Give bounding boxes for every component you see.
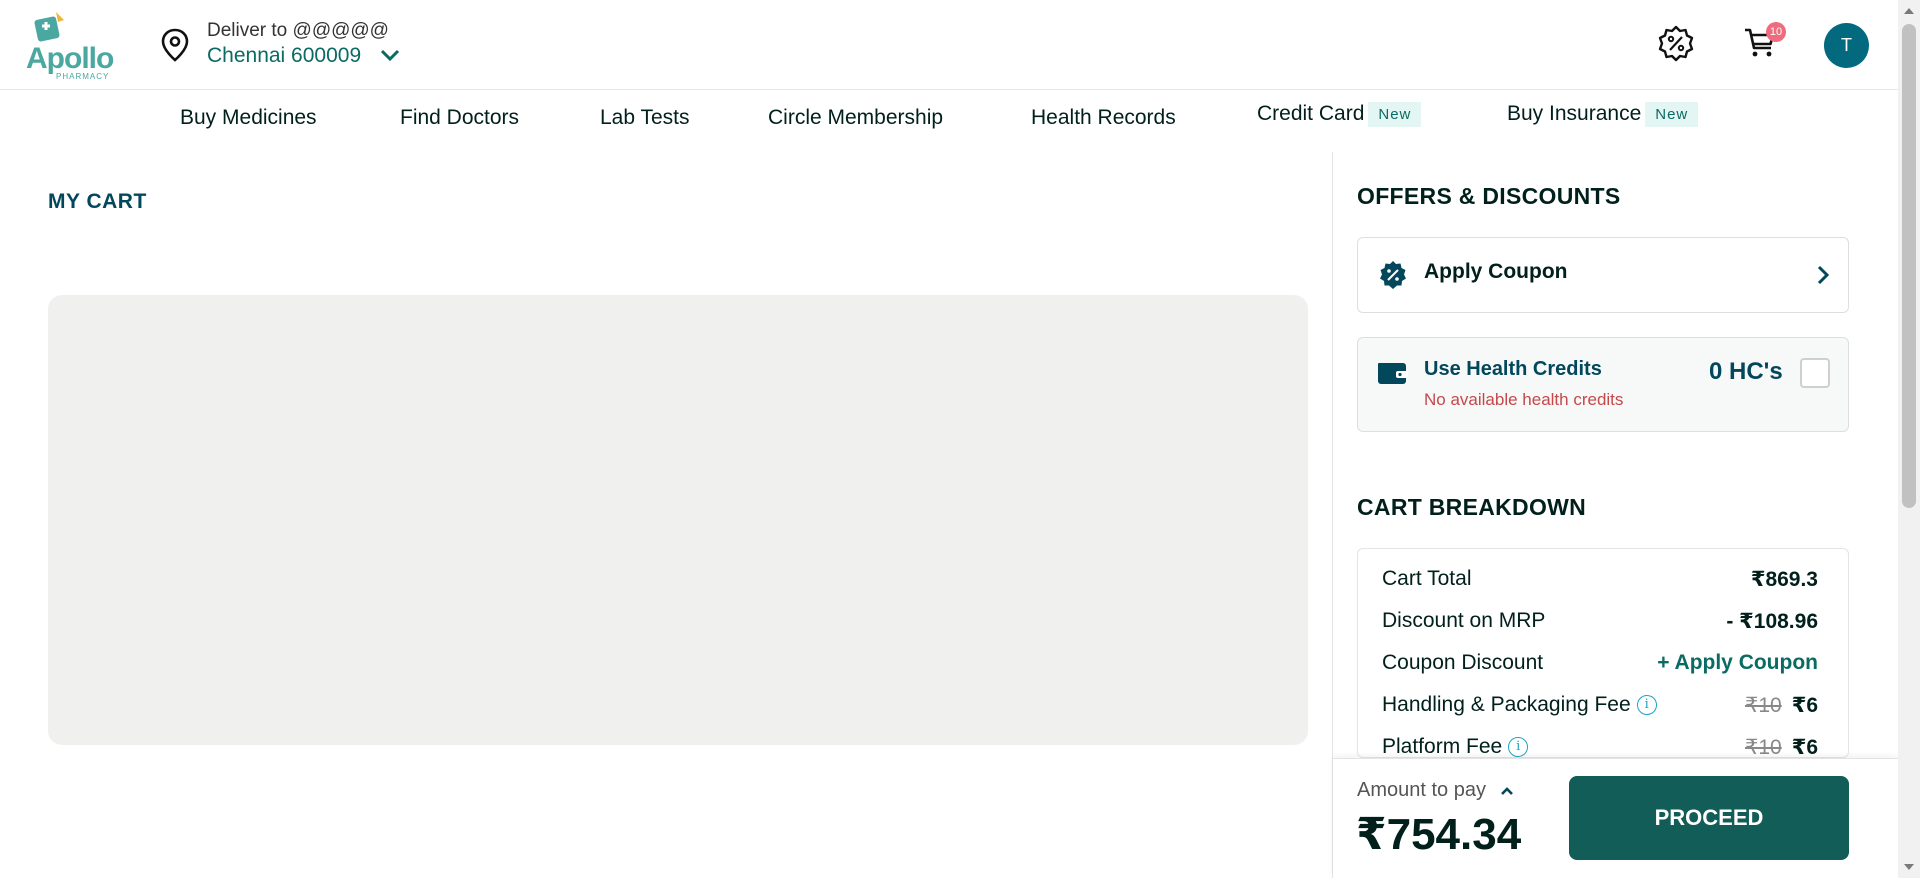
nav-circle-membership[interactable]: Circle Membership [768,106,943,130]
health-credits-checkbox[interactable] [1800,358,1830,388]
discount-badge-icon [1658,25,1694,62]
offers-section-title: OFFERS & DISCOUNTS [1357,183,1621,209]
apply-coupon-link[interactable]: + Apply Coupon [1657,651,1818,675]
row-value: ₹6 [1791,736,1818,758]
location-pin-icon [161,28,189,62]
logo-text: Apollo [26,42,114,75]
logo-mark-icon [34,12,64,42]
nav-label: Lab Tests [600,106,690,129]
page-title: MY CART [48,190,147,213]
row-value: ₹869.3 [1750,568,1818,591]
health-credits-amount: 0 HC's [1709,358,1783,385]
delivery-location: Chennai 600009 [207,44,362,67]
health-credits-card: Use Health Credits No available health c… [1357,337,1849,432]
coupon-icon [1380,261,1406,289]
row-label-wrap: Platform Fee i [1382,735,1529,758]
amount-to-pay-label: Amount to pay [1357,779,1486,801]
chevron-down-icon[interactable] [380,48,400,62]
offers-button[interactable] [1656,24,1696,64]
info-icon[interactable]: i [1636,695,1657,716]
new-badge: New [1368,102,1422,127]
page: Apollo PHARMACY Deliver to @@@@@ Chennai… [0,0,1920,878]
row-value-wrap: ₹10 ₹6 [1745,693,1818,718]
scroll-down-arrow[interactable] [1904,864,1914,870]
nav-label: Buy Insurance [1507,102,1642,126]
original-fee: ₹10 [1744,694,1782,717]
info-icon[interactable]: i [1508,737,1529,757]
row-label: Coupon Discount [1382,651,1544,674]
nav-label: Circle Membership [768,106,944,129]
nav-label: Buy Medicines [180,106,317,129]
nav-buy-insurance[interactable]: Buy Insurance New [1507,102,1699,127]
cart-count-badge: 10 [1766,22,1786,42]
breakdown-row-discount: Discount on MRP - ₹108.96 [1382,609,1818,639]
chevron-right-icon [1817,265,1830,285]
chevron-up-icon [1500,786,1513,795]
amount-to-pay-toggle[interactable]: Amount to pay [1357,779,1514,802]
wallet-icon [1378,363,1408,384]
cart-breakdown-card: Cart Total ₹869.3 Discount on MRP - ₹108… [1357,548,1849,758]
row-label: Handling & Packaging Fee [1382,693,1631,716]
row-label: Cart Total [1382,567,1472,590]
row-label-wrap: Handling & Packaging Fee i [1382,693,1657,717]
row-label: Discount on MRP [1382,609,1546,632]
breakdown-row-handling-fee: Handling & Packaging Fee i ₹10 ₹6 [1382,693,1818,723]
breakdown-row-platform-fee: Platform Fee i ₹10 ₹6 [1382,735,1818,758]
breakdown-row-coupon: Coupon Discount + Apply Coupon [1382,651,1818,681]
new-badge: New [1645,102,1699,127]
health-credits-status: No available health credits [1424,390,1624,409]
amount-to-pay-value: ₹754.34 [1356,810,1522,859]
row-value: ₹6 [1791,694,1818,717]
top-header: Apollo PHARMACY Deliver to @@@@@ Chennai… [0,0,1898,90]
scrollbar-thumb[interactable] [1902,24,1916,508]
deliver-to-label: Deliver to @@@@@ [207,20,389,41]
main-navigation: Buy Medicines Find Doctors Lab Tests Cir… [0,91,1898,151]
row-value-wrap: ₹10 ₹6 [1744,735,1818,758]
nav-lab-tests[interactable]: Lab Tests [600,106,690,130]
user-avatar[interactable]: T [1824,23,1869,68]
nav-credit-card[interactable]: Credit Card New [1257,102,1422,127]
apollo-logo[interactable]: Apollo PHARMACY [26,10,114,82]
apply-coupon-label: Apply Coupon [1424,260,1568,283]
payment-footer: Amount to pay ₹754.34 PROCEED [1333,758,1898,878]
nav-label: Health Records [1031,106,1176,129]
row-value: - ₹108.96 [1726,610,1818,633]
apply-coupon-card[interactable]: Apply Coupon [1357,237,1849,313]
cart-breakdown-title: CART BREAKDOWN [1357,494,1587,520]
nav-label: Credit Card [1257,102,1365,126]
page-scrollbar[interactable] [1898,0,1920,878]
use-health-credits-label: Use Health Credits [1424,358,1602,380]
row-label: Platform Fee [1382,735,1503,758]
breakdown-row-cart-total: Cart Total ₹869.3 [1382,567,1818,597]
proceed-button[interactable]: PROCEED [1569,776,1849,860]
scroll-up-arrow[interactable] [1904,8,1914,14]
logo-subtext: PHARMACY [56,72,110,81]
cart-items-loading-placeholder [48,295,1308,745]
nav-label: Find Doctors [400,106,520,129]
original-fee: ₹10 [1744,736,1782,758]
cart-button[interactable]: 10 [1742,22,1786,64]
nav-buy-medicines[interactable]: Buy Medicines [180,106,317,130]
nav-health-records[interactable]: Health Records [1031,106,1176,130]
nav-find-doctors[interactable]: Find Doctors [400,106,519,130]
